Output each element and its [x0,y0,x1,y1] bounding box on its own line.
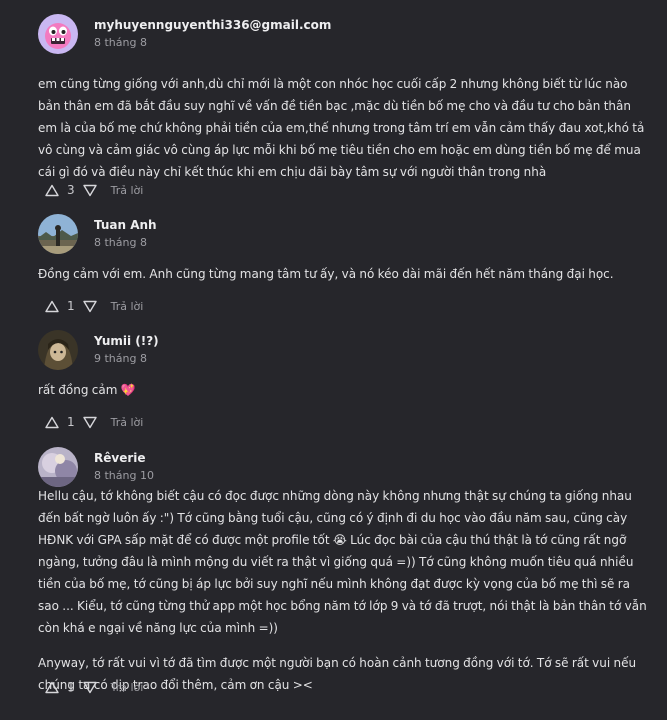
upvote-button[interactable] [45,184,59,197]
downvote-button[interactable] [82,681,97,694]
avatar[interactable] [38,214,78,254]
comment-date: 8 tháng 10 [94,469,154,482]
reply-button[interactable]: Trả lời [111,416,144,429]
triangle-up-icon [45,416,59,428]
reply-button[interactable]: Trả lời [111,681,144,694]
anime-character-avatar-icon [38,330,78,370]
triangle-up-icon [45,184,59,196]
comment-meta: Tuan Anh 8 tháng 8 [94,217,157,251]
comment-date: 9 tháng 8 [94,352,147,365]
comment-actions: 1 Trả lời [45,413,143,431]
comment-body: em cũng từng giống với anh,dù chỉ mới là… [38,73,653,183]
vote-count: 1 [67,415,75,429]
comment-actions: 1 Trả lời [45,678,143,696]
comment-body: Hellu cậu, tớ không biết cậu có đọc được… [38,485,653,696]
author-name[interactable]: Yumii (!?) [94,333,159,349]
comment-date: 8 tháng 8 [94,36,147,49]
comment-paragraph: Đồng cảm với em. Anh cũng từng mang tâm … [38,267,614,281]
upvote-button[interactable] [45,300,59,313]
upvote-button[interactable] [45,681,59,694]
comment-paragraph: rất đồng cảm 💖 [38,379,653,401]
downvote-button[interactable] [82,184,97,197]
comment: Tuan Anh 8 tháng 8 Đồng cảm với em. Anh … [38,212,653,313]
avatar[interactable] [38,447,78,487]
triangle-down-icon [82,416,97,428]
comment-meta: Yumii (!?) 9 tháng 8 [94,333,159,367]
comment-header: Yumii (!?) 9 tháng 8 [38,328,653,372]
comment-text: rất đồng cảm [38,383,118,397]
author-name[interactable]: Rêverie [94,450,154,466]
triangle-down-icon [82,300,97,312]
pastel-photo-avatar-icon [38,447,78,487]
comment-date: 8 tháng 8 [94,236,147,249]
comment-body: Đồng cảm với em. Anh cũng từng mang tâm … [38,263,653,285]
comment: Rêverie 8 tháng 10 Hellu cậu, tớ không b… [38,445,653,694]
comment-actions: 1 Trả lời [45,297,143,315]
author-name[interactable]: myhuyennguyenthi336@gmail.com [94,17,331,33]
pink-monster-avatar-icon [38,14,78,54]
triangle-down-icon [82,681,97,693]
comment-meta: myhuyennguyenthi336@gmail.com 8 tháng 8 [94,17,331,51]
triangle-up-icon [45,681,59,693]
comment-header: Tuan Anh 8 tháng 8 [38,212,653,256]
vote-count: 3 [67,183,75,197]
avatar[interactable] [38,14,78,54]
comment-meta: Rêverie 8 tháng 10 [94,450,154,484]
comment-paragraph: em cũng từng giống với anh,dù chỉ mới là… [38,77,645,179]
comment-actions: 3 Trả lời [45,181,143,199]
upvote-button[interactable] [45,416,59,429]
sparkling-heart-icon: 💖 [120,383,136,397]
comment: myhuyennguyenthi336@gmail.com 8 tháng 8 … [38,12,653,197]
vote-count: 1 [67,680,75,694]
downvote-button[interactable] [82,416,97,429]
landscape-photo-avatar-icon [38,214,78,254]
comment-paragraph: Hellu cậu, tớ không biết cậu có đọc được… [38,489,647,635]
triangle-down-icon [82,184,97,196]
comment-header: myhuyennguyenthi336@gmail.com 8 tháng 8 [38,12,653,56]
reply-button[interactable]: Trả lời [111,184,144,197]
comment-header: Rêverie 8 tháng 10 [38,445,653,489]
vote-count: 1 [67,299,75,313]
comment-body: rất đồng cảm 💖 [38,379,653,401]
comment: Yumii (!?) 9 tháng 8 rất đồng cảm 💖 1 Tr… [38,328,653,429]
triangle-up-icon [45,300,59,312]
downvote-button[interactable] [82,300,97,313]
reply-button[interactable]: Trả lời [111,300,144,313]
avatar[interactable] [38,330,78,370]
author-name[interactable]: Tuan Anh [94,217,157,233]
comment-feed: myhuyennguyenthi336@gmail.com 8 tháng 8 … [0,0,667,720]
